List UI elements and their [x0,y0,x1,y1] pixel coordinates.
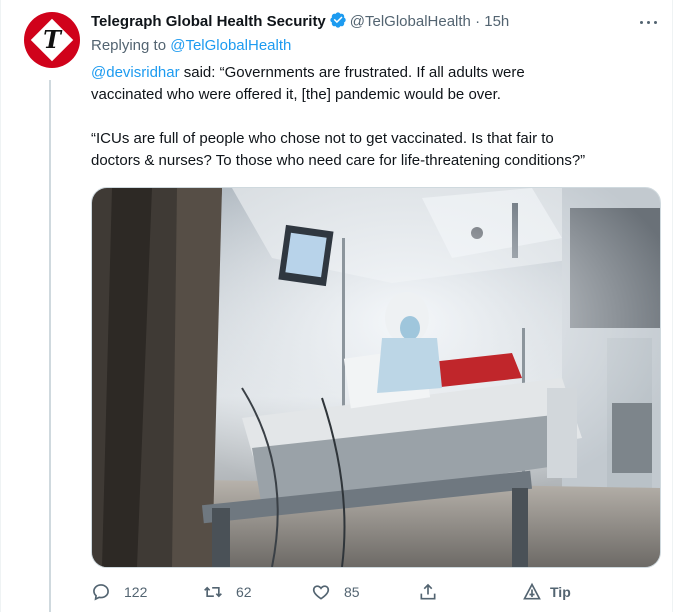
like-button[interactable]: 85 [311,578,360,606]
author-name[interactable]: Telegraph Global Health Security [91,13,326,30]
header-separator: · [475,13,481,30]
reply-count: 122 [124,584,148,600]
avatar[interactable]: T [24,12,80,68]
retweet-button[interactable]: 62 [203,578,252,606]
tweet-timestamp[interactable]: 15h [484,13,509,30]
replying-to-label: Replying to [91,37,167,54]
tweet-text: @devisridhar said: “Governments are frus… [91,62,661,172]
like-count: 85 [344,584,360,600]
timeline-border-right [672,0,673,612]
tweet-paragraph-2: “ICUs are full of people who chose not t… [91,128,661,172]
tweet-actions: 122 62 85 Tip [91,578,661,606]
tweet-header: Telegraph Global Health Security @TelGlob… [91,11,636,33]
tweet-text-line: vaccinated who were offered it, [the] pa… [91,86,501,103]
replying-to-handle-link[interactable]: @TelGlobalHealth [170,37,291,54]
tip-icon [523,582,541,600]
tweet-text-line: doctors & nurses? To those who need care… [91,152,586,169]
reply-icon [93,584,109,601]
thread-connector-line [49,80,51,612]
tweet-paragraph-1: @devisridhar said: “Governments are frus… [91,62,661,106]
retweet-icon [204,586,222,598]
reply-button[interactable]: 122 [91,578,147,606]
retweet-count: 62 [236,584,252,600]
mention-link[interactable]: @devisridhar [91,64,180,81]
verified-badge-icon [330,12,346,28]
tweet-text-line: said: “Governments are frustrated. If al… [179,64,525,81]
icu-photo-illustration [92,188,660,567]
like-icon [312,585,330,600]
replying-to-line: Replying to @TelGlobalHealth [91,36,291,56]
tweet-text-line: “ICUs are full of people who chose not t… [91,130,554,147]
share-icon [420,583,436,600]
author-handle[interactable]: @TelGlobalHealth [350,13,471,30]
tweet-photo[interactable] [91,187,661,568]
timeline-border-left [0,0,1,612]
more-options-icon[interactable] [637,12,661,32]
tip-button[interactable]: Tip [522,578,571,606]
share-button[interactable] [418,578,438,606]
avatar-logo-letter: T [43,25,61,54]
tip-label: Tip [550,584,571,600]
